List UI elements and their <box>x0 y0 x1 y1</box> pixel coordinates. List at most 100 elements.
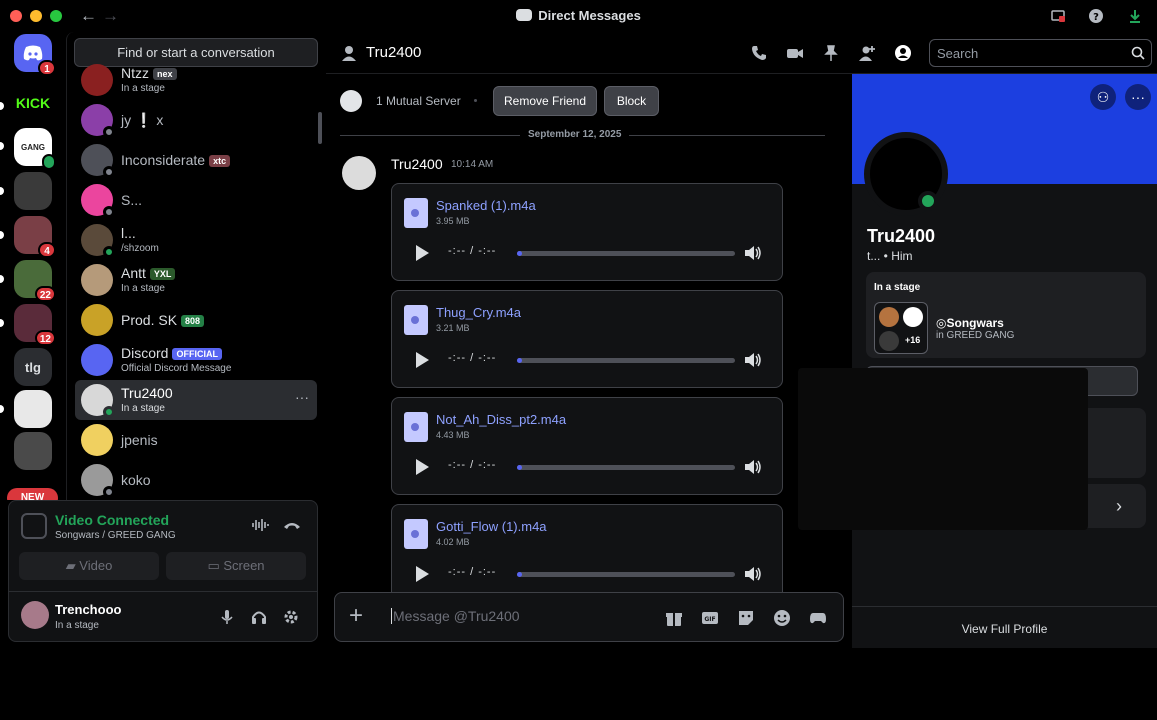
avatar <box>81 344 113 376</box>
emoji-icon[interactable] <box>773 609 791 627</box>
dm-item[interactable]: jpenis <box>75 420 317 460</box>
title-bar: ← → Direct Messages ? <box>0 0 1157 32</box>
sidebar-scrollbar[interactable] <box>318 112 322 144</box>
download-icon[interactable] <box>1127 8 1143 24</box>
server-pill <box>0 231 4 239</box>
play-icon[interactable] <box>416 459 429 475</box>
volume-icon[interactable] <box>743 457 763 477</box>
attachment-filename[interactable]: Gotti_Flow (1).m4a <box>436 519 547 534</box>
dm-item[interactable]: Antt YXL In a stage <box>75 260 317 300</box>
attachment-filename[interactable]: Thug_Cry.m4a <box>436 305 521 320</box>
dm-name: jy ❕ x <box>121 112 164 128</box>
server-7[interactable]: 12 <box>14 304 56 346</box>
video-call-icon[interactable] <box>786 44 804 62</box>
play-icon[interactable] <box>416 245 429 261</box>
server-tlg[interactable]: tlg <box>14 348 52 386</box>
gif-icon[interactable]: GIF <box>701 609 719 627</box>
voice-call-icon[interactable] <box>750 44 768 62</box>
pin-icon[interactable] <box>822 44 840 62</box>
activity-gamepad-icon[interactable] <box>809 609 827 627</box>
server-4[interactable] <box>14 172 52 210</box>
dm-item[interactable]: Discord OFFICIAL Official Discord Message <box>75 340 317 380</box>
server-greed-gang[interactable]: GANG <box>14 128 56 170</box>
add-friend-icon[interactable]: ⚇ <box>1090 84 1116 110</box>
server-pill <box>0 405 4 413</box>
voice-channel-label[interactable]: Songwars / GREED GANG <box>55 530 176 541</box>
server-kick[interactable]: KICK <box>14 84 52 122</box>
remove-friend-button[interactable]: Remove Friend <box>493 86 597 116</box>
server-10[interactable] <box>14 432 52 470</box>
participant-avatar <box>903 307 923 327</box>
volume-icon[interactable] <box>743 350 763 370</box>
header-search-input[interactable]: Search <box>929 39 1152 67</box>
volume-icon[interactable] <box>743 243 763 263</box>
server-unread-badge: 12 <box>34 330 56 346</box>
audio-progress-track[interactable] <box>517 572 735 577</box>
noise-suppression-icon[interactable] <box>251 517 269 533</box>
server-pill <box>0 187 4 195</box>
add-attachment-icon[interactable]: + <box>349 604 371 628</box>
online-status-icon <box>918 191 938 211</box>
headphones-icon[interactable] <box>251 609 267 625</box>
dm-item[interactable]: Ntzz nex In a stage <box>75 60 317 100</box>
home-unread-badge: 1 <box>38 60 56 76</box>
video-button[interactable]: ▰ Video <box>19 552 159 580</box>
dm-name: l... <box>121 225 136 241</box>
svg-text:GIF: GIF <box>704 616 715 623</box>
sticker-icon[interactable] <box>737 609 755 627</box>
video-preview-overlay[interactable] <box>798 368 1088 530</box>
server-pill <box>0 275 4 283</box>
screen-share-button[interactable]: ▭ Screen <box>166 552 306 580</box>
dm-item[interactable]: koko <box>75 460 317 500</box>
dm-item[interactable]: Inconsiderate xtc <box>75 140 317 180</box>
user-profile-toggle-icon[interactable] <box>894 44 912 62</box>
view-full-profile-link[interactable]: View Full Profile <box>852 622 1157 636</box>
voice-signal-icon[interactable] <box>21 513 47 539</box>
dm-item-active[interactable]: Tru2400 In a stage ··· <box>75 380 317 420</box>
user-name[interactable]: Trenchooo <box>55 602 121 617</box>
play-icon[interactable] <box>416 566 429 582</box>
more-options-icon[interactable]: ··· <box>295 389 309 405</box>
dm-tag: xtc <box>209 155 231 167</box>
server-9[interactable] <box>14 390 52 428</box>
dm-item[interactable]: jy ❕ x <box>75 100 317 140</box>
attachment-filename[interactable]: Spanked (1).m4a <box>436 198 536 213</box>
block-button[interactable]: Block <box>604 86 659 116</box>
dm-item[interactable]: l... /shzoom <box>75 220 317 260</box>
server-5[interactable]: 4 <box>14 216 56 258</box>
microphone-icon[interactable] <box>219 609 235 625</box>
audio-progress-track[interactable] <box>517 465 735 470</box>
screen-icon: ▭ <box>207 558 224 573</box>
help-icon[interactable]: ? <box>1088 8 1104 24</box>
gift-icon[interactable] <box>665 609 683 627</box>
dm-item[interactable]: Prod. SK 808 <box>75 300 317 340</box>
dm-item[interactable]: S... <box>75 180 317 220</box>
settings-gear-icon[interactable] <box>283 609 299 625</box>
user-avatar[interactable] <box>21 601 49 629</box>
message-author[interactable]: Tru2400 <box>391 156 443 172</box>
attachment-filename[interactable]: Not_Ah_Diss_pt2.m4a <box>436 412 566 427</box>
play-icon[interactable] <box>416 352 429 368</box>
volume-icon[interactable] <box>743 564 763 584</box>
dm-name: Tru2400 <box>121 385 173 401</box>
message-composer[interactable]: + Message @Tru2400 GIF <box>334 592 844 642</box>
disconnect-call-icon[interactable] <box>283 519 301 531</box>
server-6[interactable]: 22 <box>14 260 56 302</box>
screen-share-status-icon[interactable] <box>1050 8 1066 24</box>
message-input[interactable]: Message @Tru2400 <box>391 608 520 624</box>
more-options-icon[interactable]: ··· <box>1125 84 1151 110</box>
message-author-avatar[interactable] <box>342 156 376 190</box>
participant-count: +16 <box>905 335 921 345</box>
new-unreads-badge[interactable]: NEW <box>7 488 58 500</box>
home-button[interactable]: 1 <box>14 34 56 76</box>
empty-area <box>0 650 1157 720</box>
offline-status-icon <box>103 206 115 218</box>
audio-progress-track[interactable] <box>517 358 735 363</box>
mutual-servers-link[interactable]: 1 Mutual Server <box>376 94 461 108</box>
search-placeholder: Search <box>937 46 979 61</box>
participant-avatar <box>879 331 899 351</box>
dm-status: /shzoom <box>121 243 159 254</box>
audio-progress-track[interactable] <box>517 251 735 256</box>
stage-activity-card[interactable]: In a stage +16 ◎Songwars in GREED GANG <box>866 272 1146 358</box>
add-friend-to-dm-icon[interactable] <box>858 44 876 62</box>
